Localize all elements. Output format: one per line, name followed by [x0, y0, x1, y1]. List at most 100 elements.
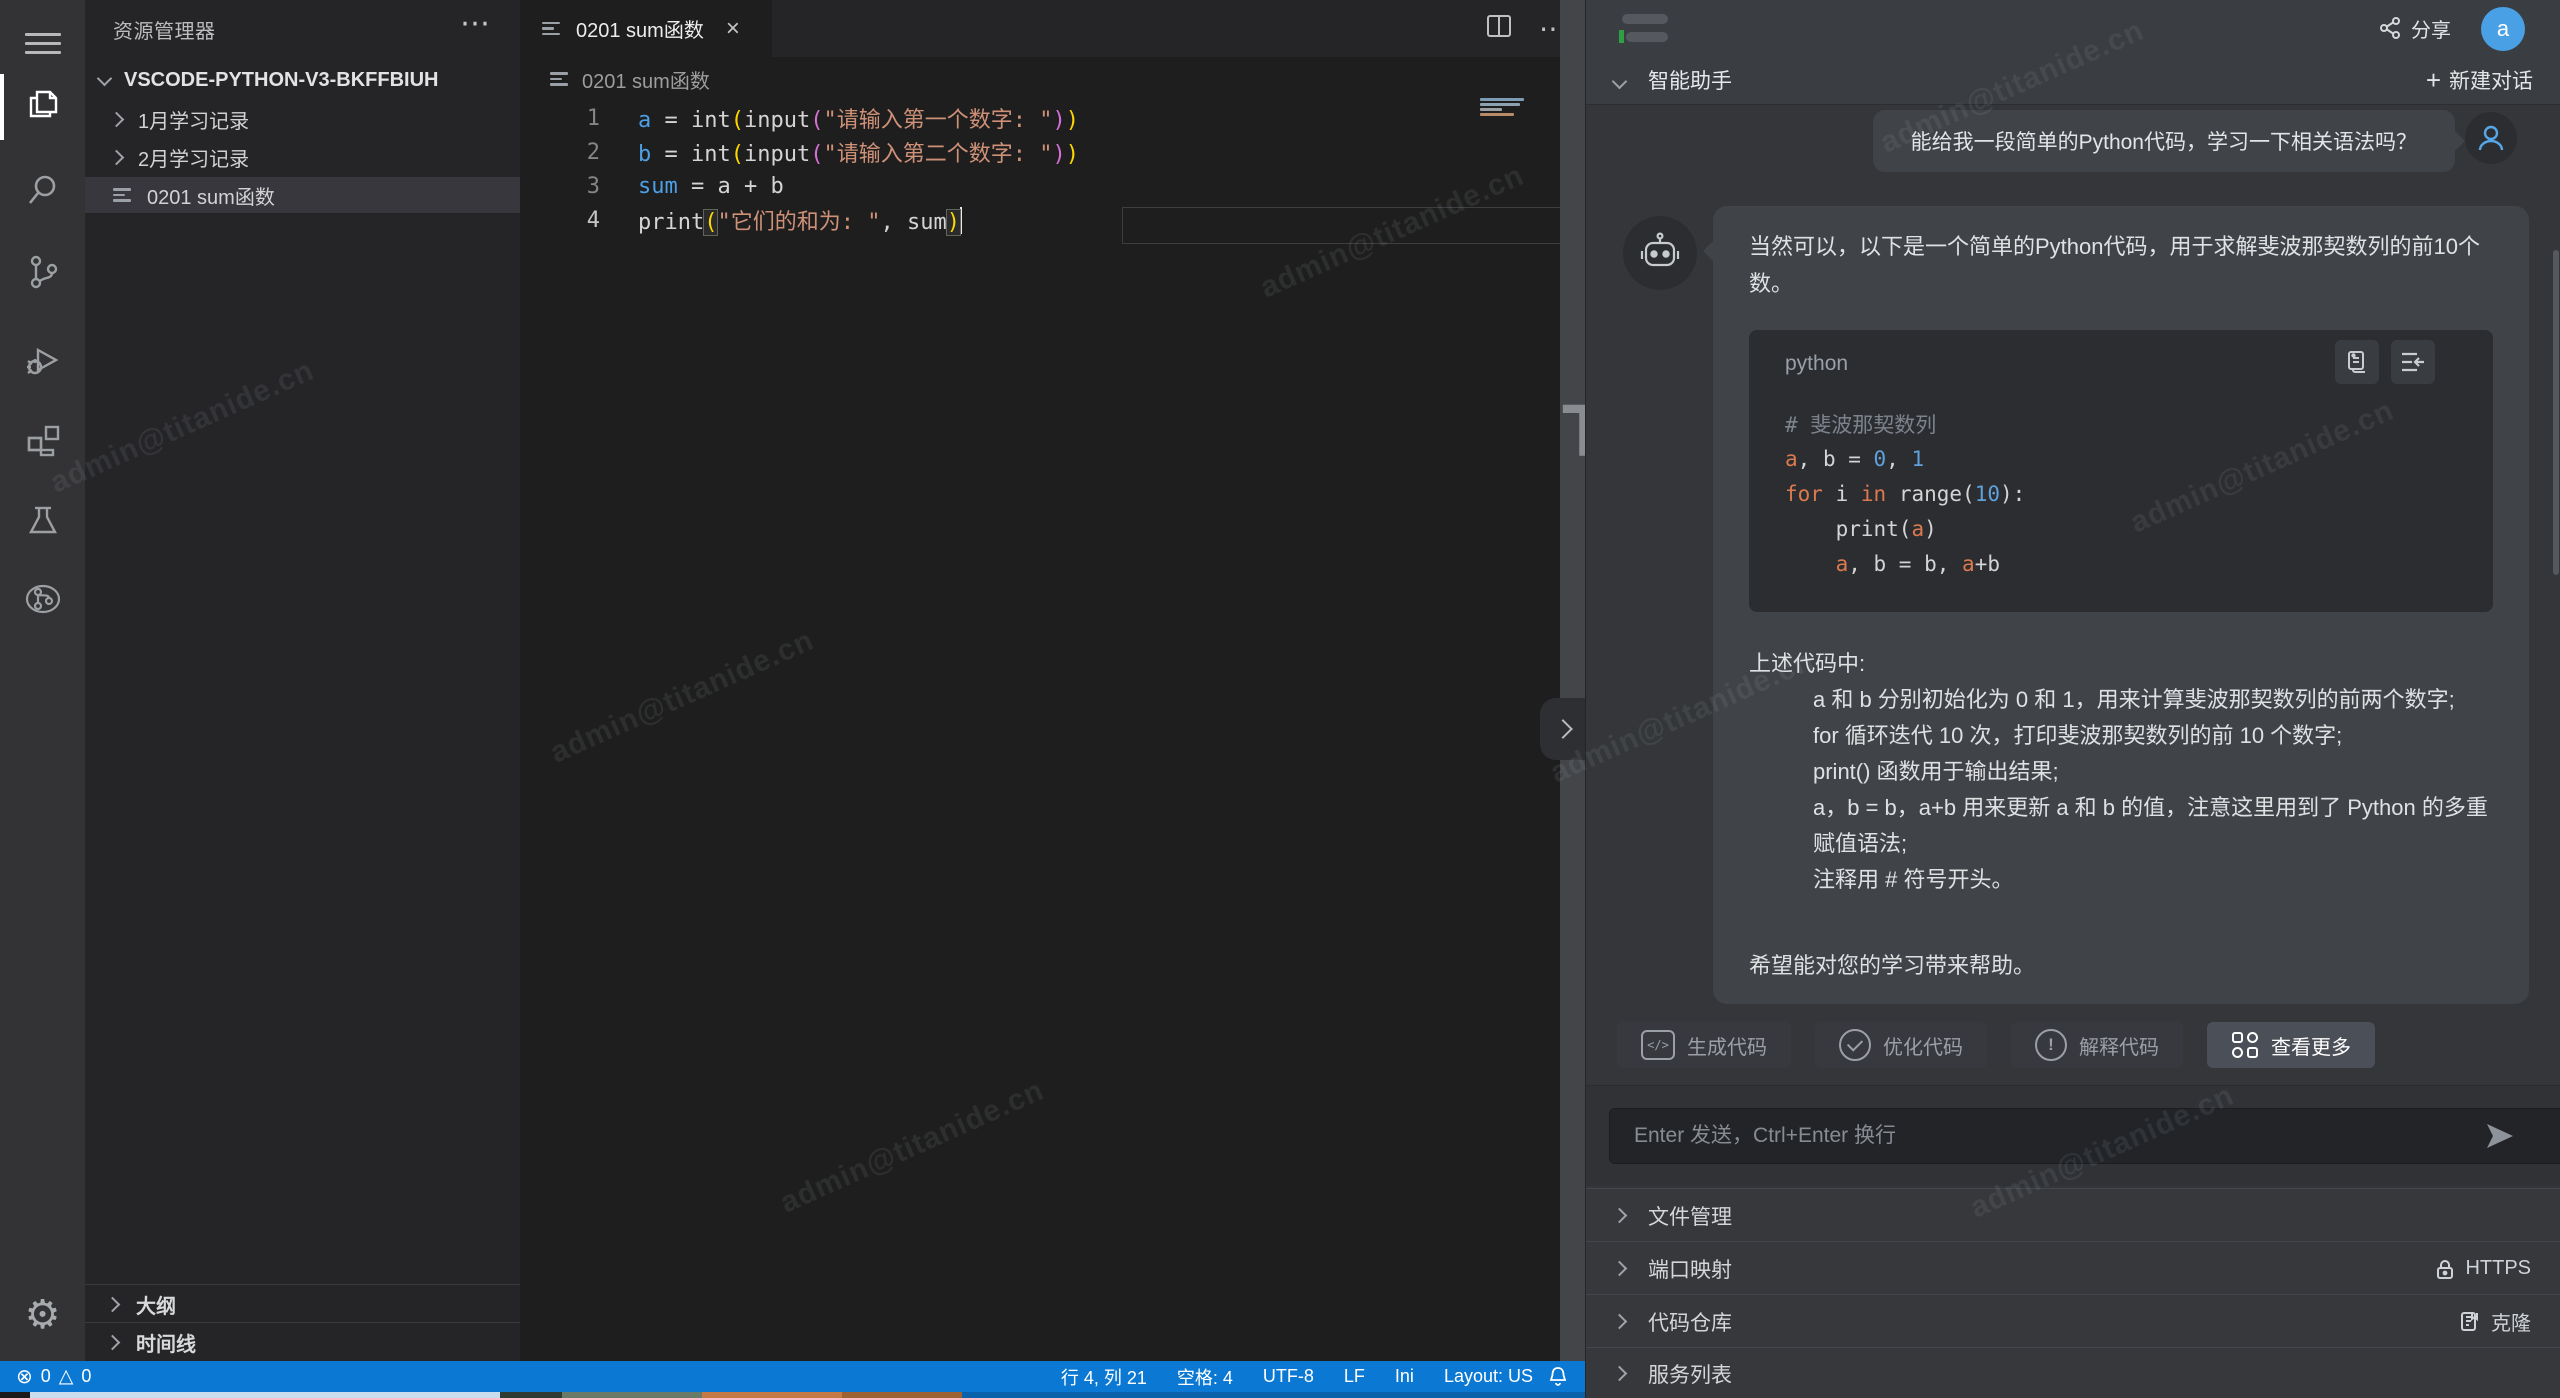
- assistant-explanation: 上述代码中: a 和 b 分别初始化为 0 和 1，用来计算斐波那契数列的前两个…: [1749, 646, 2497, 898]
- encoding-status[interactable]: UTF-8: [1263, 1366, 1314, 1387]
- explorer-more-actions-icon[interactable]: ⋯: [460, 6, 490, 41]
- section-file-management[interactable]: 文件管理: [1586, 1188, 2560, 1242]
- eol-status[interactable]: LF: [1344, 1366, 1365, 1387]
- explain-item: 注释用 # 符号开头。: [1749, 862, 2497, 898]
- generate-code-button[interactable]: </> 生成代码: [1617, 1022, 1791, 1068]
- problems-status[interactable]: ⊗ 0 △ 0: [16, 1366, 91, 1387]
- explorer-sidebar: 资源管理器 ⋯ VSCODE-PYTHON-V3-BKFFBIUH 1月学习记录…: [85, 0, 520, 1398]
- plus-icon: +: [2426, 67, 2441, 93]
- outline-label: 大纲: [136, 1290, 176, 1319]
- assistant-closing-text: 希望能对您的学习带来帮助。: [1749, 948, 2035, 980]
- code-area[interactable]: 1 a = int(input("请输入第一个数字: ")) 2 b = int…: [520, 101, 1560, 237]
- file-label: 0201 sum函数: [147, 181, 275, 210]
- copy-code-button[interactable]: [2335, 340, 2379, 384]
- panel-top-bar: 分享 a: [1586, 0, 2560, 57]
- line-number: 1: [520, 106, 638, 131]
- tab-0201-sum[interactable]: 0201 sum函数 ×: [520, 0, 772, 57]
- insert-code-button[interactable]: [2391, 340, 2435, 384]
- optimize-code-button[interactable]: 优化代码: [1815, 1022, 1987, 1068]
- explorer-icon[interactable]: [0, 71, 85, 137]
- tree-root-folder[interactable]: VSCODE-PYTHON-V3-BKFFBIUH: [85, 62, 520, 98]
- code-line-3[interactable]: 3 sum = a + b: [520, 169, 1560, 203]
- code-line-4-current[interactable]: 4 print("它们的和为: ", sum): [520, 203, 1560, 237]
- section-service-list[interactable]: 服务列表: [1586, 1347, 2560, 1398]
- editor-group: 0201 sum函数 × ⋯ 0201 sum函数 1 a = int(inpu…: [520, 0, 1585, 1398]
- explorer-header: 资源管理器 ⋯: [85, 0, 520, 58]
- send-icon[interactable]: [2485, 1122, 2515, 1155]
- indentation-status[interactable]: 空格: 4: [1177, 1364, 1233, 1390]
- assistant-message-bubble: 当然可以，以下是一个简单的Python代码，用于求解斐波那契数列的前10个数。 …: [1713, 206, 2529, 1004]
- status-bar: ⊗ 0 △ 0 行 4, 列 21 空格: 4 UTF-8 LF Ini Lay…: [0, 1361, 1585, 1392]
- notifications-bell-icon[interactable]: [1547, 1365, 1569, 1392]
- timeline-label: 时间线: [136, 1328, 196, 1357]
- minimap[interactable]: [1480, 96, 1526, 118]
- testing-icon[interactable]: [0, 488, 85, 554]
- robot-icon: [1637, 230, 1683, 276]
- code-line-2[interactable]: 2 b = int(input("请输入第二个数字: ")): [520, 135, 1560, 169]
- explain-code-button[interactable]: ! 解释代码: [2011, 1022, 2183, 1068]
- editor-tab-bar: 0201 sum函数 × ⋯: [520, 0, 1585, 57]
- collapse-chevron-icon[interactable]: [1612, 74, 1628, 90]
- user-message-bubble: 能给我一段简单的Python代码，学习一下相关语法吗？: [1873, 110, 2455, 172]
- keyboard-layout-status[interactable]: Layout: US: [1444, 1366, 1533, 1387]
- remote-branch-icon[interactable]: [0, 566, 85, 632]
- extensions-icon[interactable]: [0, 408, 85, 474]
- chat-input[interactable]: [1609, 1108, 2560, 1164]
- warning-icon: △: [59, 1367, 74, 1386]
- outline-section-header[interactable]: 大纲: [85, 1284, 520, 1323]
- tree-file-0201-selected[interactable]: 0201 sum函数: [85, 177, 520, 213]
- folder-label: 1月学习记录: [138, 105, 249, 134]
- breadcrumb-file-icon: [550, 69, 570, 89]
- see-more-button[interactable]: 查看更多: [2207, 1022, 2375, 1068]
- cb-line: print(a): [1785, 511, 2025, 546]
- quick-action-buttons: </> 生成代码 优化代码 ! 解释代码 查看更多: [1617, 1022, 2375, 1068]
- source-control-icon[interactable]: [0, 239, 85, 305]
- error-count: 0: [41, 1366, 51, 1387]
- settings-gear-icon[interactable]: ⚙: [0, 1282, 85, 1348]
- error-icon: ⊗: [16, 1367, 33, 1387]
- timeline-section-header[interactable]: 时间线: [85, 1322, 520, 1361]
- exclamation-circle-icon: !: [2035, 1029, 2067, 1061]
- user-message-row: 能给我一段简单的Python代码，学习一下相关语法吗？: [1586, 110, 2560, 172]
- insert-icon: [2399, 349, 2427, 375]
- run-debug-icon[interactable]: [0, 328, 85, 394]
- language-mode-status[interactable]: Ini: [1395, 1366, 1414, 1387]
- assistant-avatar: [1623, 216, 1697, 290]
- line-number: 2: [520, 140, 638, 165]
- cb-line: for i in range(10):: [1785, 476, 2025, 511]
- lock-icon: [2435, 1258, 2455, 1280]
- status-bar-right: 行 4, 列 21 空格: 4 UTF-8 LF Ini Layout: US: [1061, 1364, 1533, 1390]
- tree-folder-jan[interactable]: 1月学习记录: [85, 101, 520, 137]
- tab-file-icon: [542, 19, 562, 39]
- root-folder-label: VSCODE-PYTHON-V3-BKFFBIUH: [124, 69, 438, 92]
- new-chat-button[interactable]: + 新建对话: [2426, 65, 2533, 95]
- breadcrumb[interactable]: 0201 sum函数: [550, 57, 710, 101]
- copy-icon: [2344, 349, 2370, 375]
- skeleton-bar: [1622, 14, 1668, 24]
- assistant-intro-text: 当然可以，以下是一个简单的Python代码，用于求解斐波那契数列的前10个数。: [1749, 228, 2495, 302]
- split-editor-icon[interactable]: [1485, 12, 1513, 45]
- panel-scrollbar-thumb[interactable]: [2553, 250, 2559, 575]
- tab-close-icon[interactable]: ×: [726, 17, 740, 41]
- ide-window: ⚙ 资源管理器 ⋯ VSCODE-PYTHON-V3-BKFFBIUH 1月学习…: [0, 0, 2560, 1398]
- clone-badge[interactable]: 克隆: [2459, 1307, 2531, 1336]
- menu-hamburger-icon[interactable]: [0, 10, 85, 76]
- activity-bar: ⚙: [0, 0, 85, 1398]
- user-avatar-badge[interactable]: a: [2481, 7, 2525, 51]
- line-number: 3: [520, 174, 638, 199]
- explain-item: a 和 b 分别初始化为 0 和 1，用来计算斐波那契数列的前两个数字;: [1749, 682, 2497, 718]
- cursor-position-status[interactable]: 行 4, 列 21: [1061, 1364, 1147, 1390]
- assistant-header[interactable]: 智能助手 + 新建对话: [1586, 56, 2560, 105]
- new-chat-label: 新建对话: [2449, 65, 2533, 95]
- share-button[interactable]: 分享: [2379, 0, 2451, 56]
- section-code-repository[interactable]: 代码仓库 克隆: [1586, 1294, 2560, 1348]
- panel-expand-handle[interactable]: [1540, 698, 1585, 760]
- code-line-1[interactable]: 1 a = int(input("请输入第一个数字: ")): [520, 101, 1560, 135]
- search-icon[interactable]: [0, 157, 85, 223]
- explorer-title: 资源管理器: [113, 15, 216, 44]
- https-badge[interactable]: HTTPS: [2435, 1257, 2531, 1280]
- line-content: print("它们的和为: ", sum): [638, 204, 962, 236]
- section-port-mapping[interactable]: 端口映射 HTTPS: [1586, 1241, 2560, 1295]
- assistant-panel: 分享 a 智能助手 + 新建对话 能给我一段简单的Python代码，学习一下相关…: [1585, 0, 2560, 1398]
- tree-folder-feb[interactable]: 2月学习记录: [85, 139, 520, 175]
